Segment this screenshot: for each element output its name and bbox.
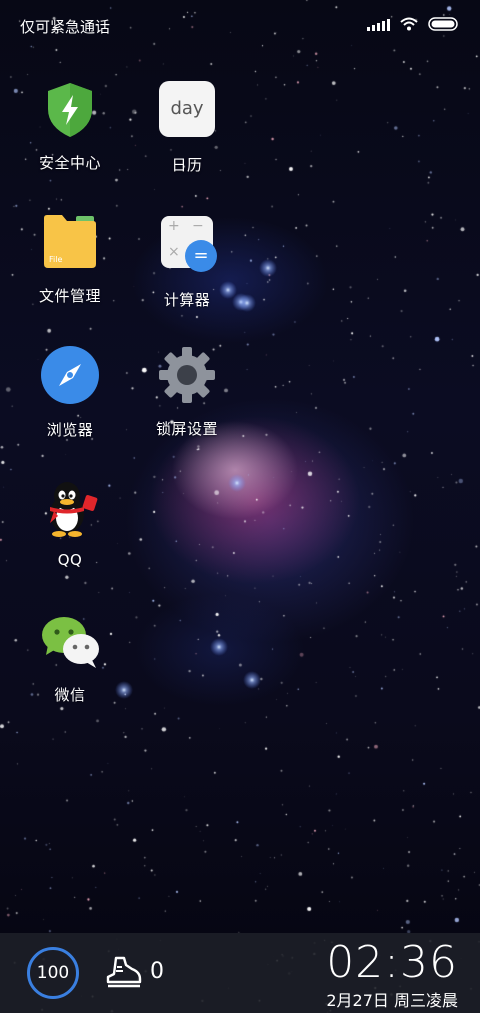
app-security-center[interactable]: 安全中心 [15,79,125,173]
folder-icon: File [40,212,100,272]
calendar-icon: day [157,81,217,141]
wifi-icon [400,17,418,31]
status-bar: 仅可紧急通话 [0,0,480,52]
shield-lightning-icon [40,79,100,139]
calculator-icon: + − × = [157,216,217,276]
app-calendar[interactable]: day 日历 [132,79,242,175]
app-label: 日历 [171,156,203,174]
signal-icon [367,18,390,31]
chat-bubbles-icon [40,611,100,671]
gear-icon [157,345,217,405]
app-label: 计算器 [163,291,211,309]
sneaker-icon [106,956,142,988]
lockscreen-clock: 02:36 [326,937,458,988]
carrier-status-text: 仅可紧急通话 [20,18,111,36]
compass-icon [40,346,100,406]
app-label: 浏览器 [46,421,94,439]
lockscreen-info-bar: 100 0 02:36 2月27日 周三凌晨 [0,933,480,1013]
penguin-icon [40,478,100,538]
lockscreen-date: 2月27日 周三凌晨 [326,991,458,1010]
steps-count: 0 [150,959,164,984]
app-qq[interactable]: QQ [15,478,125,569]
app-label: 安全中心 [38,154,101,172]
app-wechat[interactable]: 微信 [15,611,125,705]
app-label: QQ [57,551,83,569]
battery-icon [428,17,458,31]
svg-text:File: File [49,255,62,264]
app-browser[interactable]: 浏览器 [15,345,125,440]
app-label: 文件管理 [38,287,101,305]
app-label: 微信 [54,686,86,704]
status-icons [367,17,458,31]
app-lockscreen-settings[interactable]: 锁屏设置 [132,345,242,439]
app-calculator[interactable]: + − × = 计算器 [132,212,242,310]
app-file-manager[interactable]: File 文件管理 [15,212,125,306]
app-label: 锁屏设置 [155,420,218,438]
battery-level-ring: 100 [27,947,79,999]
